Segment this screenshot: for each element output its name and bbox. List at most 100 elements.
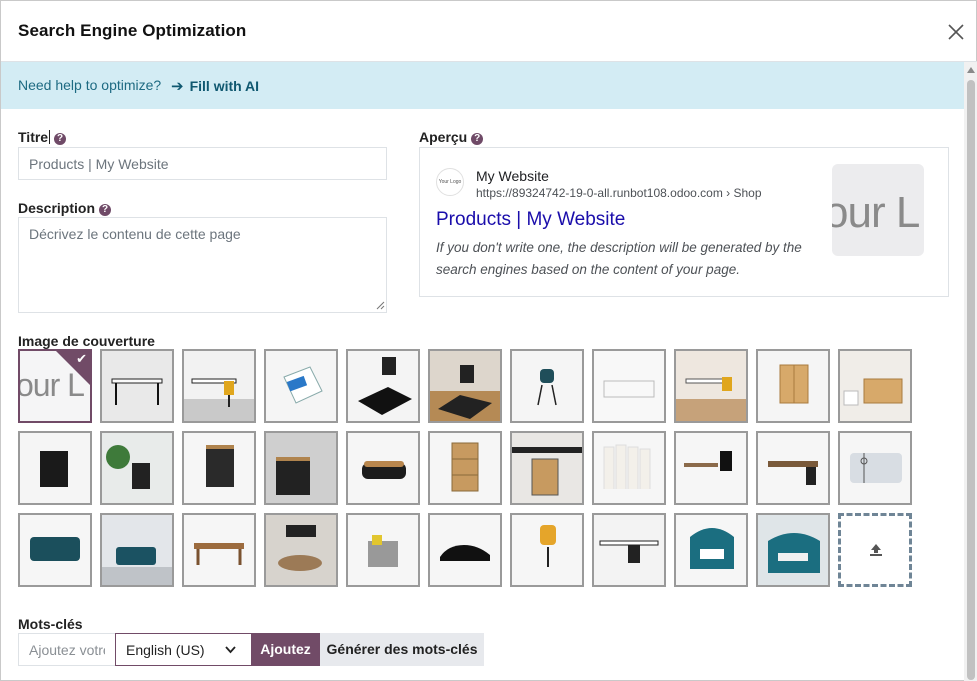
dialog-title: Search Engine Optimization [18, 21, 247, 40]
cover-image-option[interactable] [510, 431, 584, 505]
cover-image-option[interactable] [756, 349, 830, 423]
cover-image-option[interactable] [838, 431, 912, 505]
preview-url: https://89324742-19-0-all.runbot108.odoo… [476, 186, 762, 200]
office-desk-chair-image [184, 351, 254, 421]
cover-image-option[interactable] [510, 349, 584, 423]
text-caret [49, 130, 51, 144]
teal-sofa-image [20, 515, 90, 585]
scroll-thumb[interactable] [967, 80, 975, 680]
white-desk-yellow-chair-image [676, 351, 746, 421]
software-box-image [266, 351, 336, 421]
chevron-down-icon [225, 646, 236, 654]
white-desk-image [102, 351, 172, 421]
cover-image-option[interactable] [264, 513, 338, 587]
office-chair-mat-image [430, 351, 500, 421]
cover-image-option[interactable] [756, 431, 830, 505]
acoustic-booth-image [676, 515, 746, 585]
seo-dialog: Search Engine Optimization Need help to … [0, 0, 977, 681]
preview-page-title: Products | My Website [436, 209, 626, 230]
help-question-icon[interactable]: ? [471, 133, 484, 145]
add-keyword-button[interactable]: Ajoutez [251, 633, 320, 666]
cover-image-option[interactable] [182, 431, 256, 505]
cover-image-option[interactable] [510, 513, 584, 587]
cover-image-option[interactable] [182, 513, 256, 587]
cover-image-option[interactable] [100, 431, 174, 505]
cover-image-option[interactable] [346, 349, 420, 423]
generate-keywords-button[interactable]: Générer des mots-clés [320, 633, 484, 666]
cover-image-option[interactable] [264, 431, 338, 505]
help-question-icon[interactable]: ? [54, 133, 67, 145]
close-icon [948, 24, 964, 40]
title-label: Titre? [18, 129, 67, 145]
cover-image-option[interactable] [756, 513, 830, 587]
site-logo: Your Logo [436, 168, 464, 196]
conference-table-image [266, 515, 336, 585]
cover-image-option[interactable] [18, 431, 92, 505]
description-label-text: Description [18, 200, 96, 216]
cover-image-option[interactable] [264, 349, 338, 423]
preview-label: Aperçu? [419, 129, 484, 145]
title-input[interactable] [18, 147, 387, 180]
cover-image-option[interactable] [346, 431, 420, 505]
wooden-drawer-unit-image [430, 433, 500, 503]
help-text: Need help to optimize? [18, 77, 162, 93]
room-divider-image [594, 433, 664, 503]
preview-site-name: My Website [476, 168, 549, 184]
glass-desk-image [594, 351, 664, 421]
fill-with-ai-button[interactable]: ➔ Fill with AI [171, 77, 259, 95]
keyword-input[interactable] [18, 633, 116, 666]
black-drawer-unit-image [184, 433, 254, 503]
cleaning-cart-image [348, 515, 418, 585]
mesh-pencil-cup-image [20, 433, 90, 503]
cable-box-image [348, 433, 418, 503]
corner-desk-image [758, 433, 828, 503]
cover-image-option[interactable] [674, 349, 748, 423]
floor-mat-chair-image [348, 351, 418, 421]
black-car-image [430, 515, 500, 585]
upload-image-button[interactable] [838, 513, 912, 587]
help-banner: Need help to optimize? ➔ Fill with AI [1, 62, 964, 109]
cover-image-option[interactable] [592, 513, 666, 587]
cover-image-option[interactable] [428, 431, 502, 505]
preview-thumbnail: our L [832, 164, 924, 256]
cover-image-option[interactable] [428, 513, 502, 587]
close-button[interactable] [943, 19, 969, 45]
description-label: Description? [18, 200, 112, 216]
cover-image-option[interactable] [838, 349, 912, 423]
wooden-drawer-cabinet-image [840, 351, 910, 421]
scroll-up-arrow-icon[interactable] [967, 67, 975, 73]
desk-black-chair-image [594, 515, 664, 585]
black-desk-chair-image [676, 433, 746, 503]
cover-image-option[interactable] [592, 349, 666, 423]
cover-image-option-selected[interactable]: our L ✔ [18, 349, 92, 423]
cover-image-option[interactable] [346, 513, 420, 587]
cover-image-option[interactable] [100, 349, 174, 423]
black-cabinet-room-image [266, 433, 336, 503]
wooden-desk-image [184, 515, 254, 585]
title-label-text: Titre [18, 129, 49, 145]
search-preview: Your Logo My Website https://89324742-19… [419, 147, 949, 297]
preview-thumbnail-text: our L [832, 188, 920, 237]
dialog-header: Search Engine Optimization [1, 1, 977, 62]
scrollbar[interactable] [964, 62, 977, 681]
cover-image-option[interactable] [182, 349, 256, 423]
cover-image-option[interactable] [100, 513, 174, 587]
language-select[interactable]: English (US) [115, 633, 252, 666]
cover-image-option[interactable] [18, 513, 92, 587]
fill-with-ai-label: Fill with AI [189, 78, 260, 94]
help-question-icon[interactable]: ? [99, 204, 112, 216]
language-value: English (US) [126, 642, 205, 658]
description-textarea[interactable] [18, 217, 387, 313]
gift-card-image [840, 433, 910, 503]
cover-image-option[interactable] [674, 431, 748, 505]
wooden-cabinet-image [758, 351, 828, 421]
cover-image-option[interactable] [674, 513, 748, 587]
cover-image-label: Image de couverture [18, 333, 155, 349]
check-icon: ✔ [76, 351, 87, 366]
upload-icon [870, 544, 882, 556]
resize-grip-icon[interactable] [376, 301, 385, 310]
cover-image-option[interactable] [592, 431, 666, 505]
cover-image-option[interactable] [428, 349, 502, 423]
pen-holder-plant-image [102, 433, 172, 503]
teal-sofa-room-image [102, 515, 172, 585]
